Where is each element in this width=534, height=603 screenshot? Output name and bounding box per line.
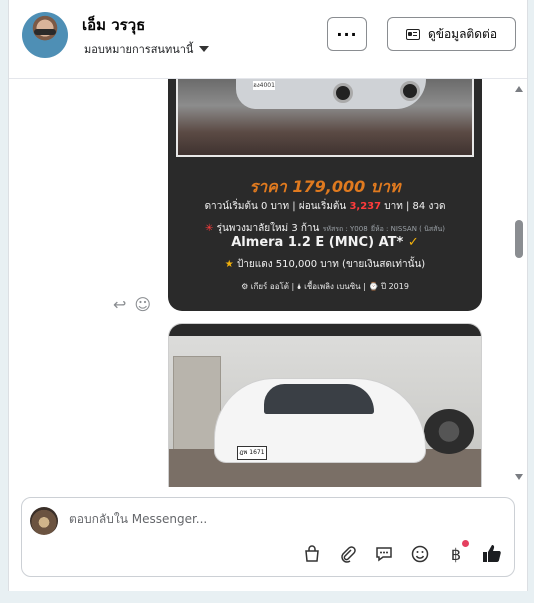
scrollbar-thumb[interactable] <box>515 220 523 258</box>
message-actions: ↩ ☺ <box>113 295 151 314</box>
fuel-text: เชื้อเพลิง เบนซิน <box>304 282 361 291</box>
car-brand: ยี่ห้อ : NISSAN ( นิสสัน) <box>370 225 445 233</box>
baht-icon[interactable]: ฿ <box>446 540 469 564</box>
quick-reply-icon[interactable] <box>374 544 394 564</box>
contact-card-icon <box>405 28 420 40</box>
car-ad-image-2[interactable]: ฎพ 1671 <box>168 323 482 487</box>
down-payment-line: ดาวน์เริ่มต้น 0 บาท | ผ่อนเริ่มต้น 3,237… <box>168 199 482 214</box>
license-plate: ฎพ 1671 <box>237 446 267 460</box>
check-icon: ✓ <box>407 235 419 250</box>
wheel <box>400 81 420 101</box>
ad-price: ราคา 179,000 บาท <box>249 177 401 196</box>
conversation-panel: เอ็ม วรวุธ มอบหมายการสนทนานี้ ··· ดูข้อม… <box>8 0 528 591</box>
reply-composer: ฿ <box>21 497 515 577</box>
down-payment-text: ดาวน์เริ่มต้น 0 บาท | ผ่อนเริ่มต้น <box>204 201 350 212</box>
scroll-down-arrow[interactable] <box>515 474 523 480</box>
bag-icon[interactable] <box>302 544 322 564</box>
thumbs-up-icon[interactable] <box>482 544 502 564</box>
more-options-button[interactable]: ··· <box>327 17 367 51</box>
new-price-text: ป้ายแดง 510,000 บาท (ขายเงินสดเท่านั้น) <box>236 259 426 270</box>
car-window <box>264 384 374 414</box>
new-price-line: ★ ป้ายแดง 510,000 บาท (ขายเงินสดเท่านั้น… <box>168 257 482 272</box>
assign-label: มอบหมายการสนทนานี้ <box>84 43 194 56</box>
page-avatar <box>30 507 58 535</box>
model-name-line: Almera 1.2 E (MNC) AT* ✓ <box>168 235 482 250</box>
year-text: ปี 2019 <box>380 282 409 291</box>
license-plate: ฮง4001 <box>253 81 275 90</box>
paperclip-icon[interactable] <box>338 544 358 564</box>
reply-icon[interactable]: ↩ <box>113 295 126 314</box>
more-icon: ··· <box>336 24 358 44</box>
conversation-header: เอ็ม วรวุธ มอบหมายการสนทนานี้ ··· ดูข้อม… <box>9 0 527 79</box>
car-code: รหัสรถ : Y008 <box>322 225 368 233</box>
fuel-icon: 🌢 <box>296 282 302 291</box>
image-top-border <box>169 324 481 336</box>
contact-name[interactable]: เอ็ม วรวุธ <box>82 13 145 37</box>
composer-toolbar: ฿ <box>302 540 502 564</box>
gear-text: เกียร์ ออโต้ <box>250 282 289 291</box>
asterisk-icon: ✳ <box>205 223 214 234</box>
avatar[interactable] <box>22 12 68 58</box>
steering-text: รุ่นพวงมาลัยใหม่ 3 ก้าน <box>216 223 320 234</box>
smiley-icon[interactable] <box>410 544 430 564</box>
wheel <box>333 83 353 103</box>
chevron-down-icon <box>199 46 210 52</box>
gear-icon: ⚙ <box>241 282 249 291</box>
star-icon: ★ <box>224 259 234 270</box>
specs-line: ⚙ เกียร์ ออโต้ | 🌢 เชื้อเพลิง เบนซิน | ⌚… <box>241 282 409 291</box>
reply-input[interactable] <box>69 512 489 526</box>
message-thread[interactable]: ฮง4001 ราคา 179,000 บาท ดาวน์เริ่มต้น 0 … <box>9 79 527 487</box>
model-info-line: ✳ รุ่นพวงมาลัยใหม่ 3 ก้าน รหัสรถ : Y008 … <box>168 221 482 236</box>
view-contact-label: ดูข้อมูลติดต่อ <box>427 26 498 41</box>
model-name: Almera 1.2 E (MNC) AT* <box>231 235 404 250</box>
page-bottom-bar <box>0 591 534 603</box>
emoji-icon[interactable]: ☺ <box>134 295 151 314</box>
tyre-stack <box>424 409 474 454</box>
installment-term: บาท | 84 งวด <box>381 201 446 212</box>
notification-dot <box>462 540 469 547</box>
view-contact-button[interactable]: ดูข้อมูลติดต่อ <box>387 17 516 51</box>
car-ad-image-1[interactable]: ฮง4001 ราคา 179,000 บาท ดาวน์เริ่มต้น 0 … <box>168 79 482 311</box>
calendar-icon: ⌚ <box>368 282 379 291</box>
car-photo: ฮง4001 <box>176 79 474 157</box>
assign-conversation-dropdown[interactable]: มอบหมายการสนทนานี้ <box>84 40 210 58</box>
installment-amount: 3,237 <box>349 201 382 212</box>
scroll-up-arrow[interactable] <box>515 86 523 92</box>
